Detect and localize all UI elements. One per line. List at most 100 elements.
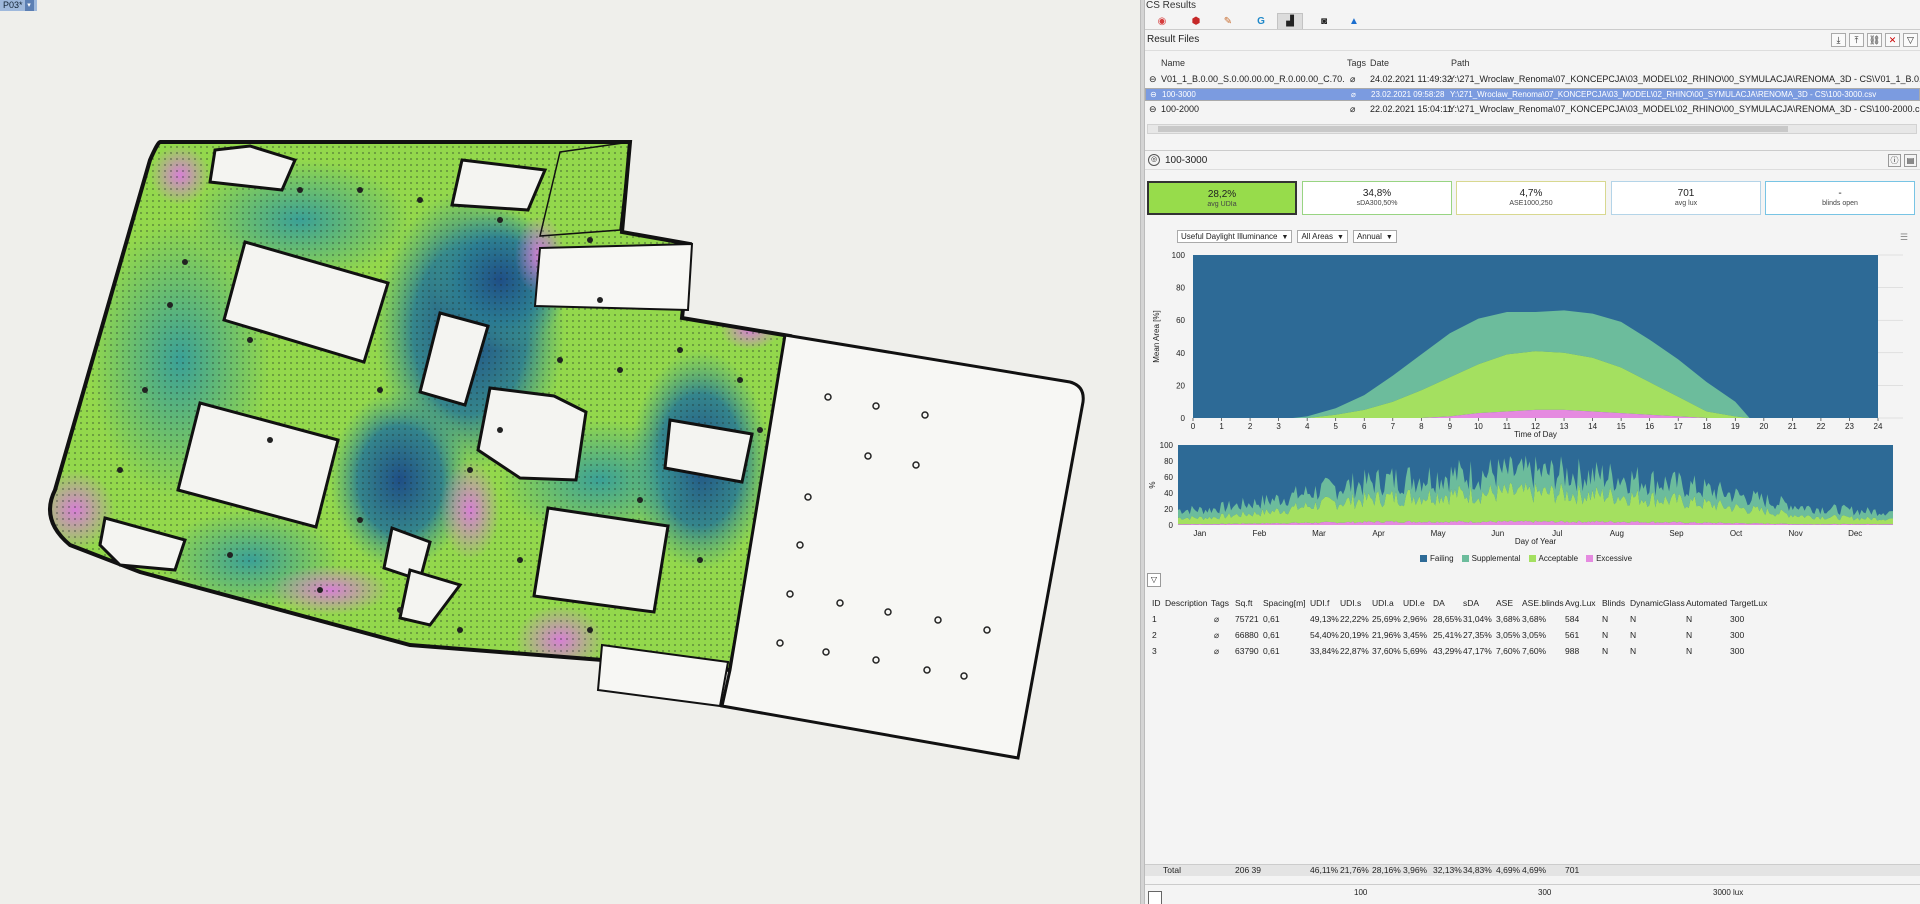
- table-cell: 0,61: [1263, 630, 1280, 640]
- table-cell: 300: [1730, 646, 1745, 656]
- udi-charts-svg: 1008060402000 1 2 3 4 5 6 7 8 9 10 11 12 13 14 15 16 17 18…: [1148, 251, 1903, 546]
- month-label: Nov: [1789, 529, 1803, 538]
- col-header-udi-e[interactable]: UDI.e: [1403, 598, 1425, 608]
- tag-icon[interactable]: ⌀: [1214, 646, 1219, 657]
- table-cell: N: [1630, 630, 1637, 640]
- col-header-da[interactable]: DA: [1433, 598, 1445, 608]
- table-cell: 66880: [1235, 630, 1259, 640]
- table-cell: 584: [1565, 614, 1580, 624]
- x-tick-label: 13: [1560, 422, 1569, 431]
- month-label: Jun: [1491, 529, 1504, 538]
- x-tick-label: 21: [1788, 422, 1797, 431]
- table-row[interactable]: 1 ⌀ 75721 0,61 49,13% 22,22% 25,69% 2,96% 28,65%…: [1145, 614, 1920, 628]
- table-cell: 3: [1152, 646, 1157, 656]
- table-cell: 5,69%: [1403, 646, 1428, 656]
- col-header-ase-blinds[interactable]: ASE.blinds: [1522, 598, 1564, 608]
- col-header-ase[interactable]: ASE: [1496, 598, 1513, 608]
- table-cell: 3,68%: [1496, 614, 1521, 624]
- month-label: Jan: [1193, 529, 1206, 538]
- total-cell: 34,83%: [1463, 865, 1492, 875]
- table-cell: 3,45%: [1403, 630, 1428, 640]
- table-row[interactable]: 2 ⌀ 66880 0,61 54,40% 20,19% 21,96% 3,45% 25,41%…: [1145, 630, 1920, 644]
- x2-axis-label: Day of Year: [1515, 537, 1557, 546]
- total-cell: 4,69%: [1522, 865, 1547, 875]
- col-header-udi-s[interactable]: UDI.s: [1340, 598, 1361, 608]
- lux-scale: 100 300 3000 lux: [1145, 884, 1920, 904]
- total-cell: 28,16%: [1372, 865, 1401, 875]
- scale-label-100: 100: [1354, 888, 1368, 897]
- y2-tick-label: 80: [1164, 457, 1173, 466]
- col-header-description[interactable]: Description: [1165, 598, 1208, 608]
- chart-legend: Failing Supplemental Acceptable Excessiv…: [1420, 554, 1632, 563]
- month-label: Sep: [1669, 529, 1684, 538]
- x-tick-label: 20: [1759, 422, 1768, 431]
- total-row: Total 206 39 46,11% 21,76% 28,16% 3,96% 32,13%…: [1145, 864, 1920, 876]
- x-tick-label: 14: [1588, 422, 1597, 431]
- col-header-tags[interactable]: Tags: [1211, 598, 1229, 608]
- x-tick-label: 23: [1845, 422, 1854, 431]
- col-header-targetlux[interactable]: TargetLux: [1730, 598, 1767, 608]
- cs-results-panel: CS Results ◉ ⬢ ✎ G ▟ ◙ ▲ Result Files ⤓ …: [1145, 0, 1920, 904]
- table-filter-icon[interactable]: ▽: [1147, 573, 1161, 587]
- x-tick-label: 16: [1645, 422, 1654, 431]
- y2-tick-label: 40: [1164, 489, 1173, 498]
- legend-supplemental[interactable]: Supplemental: [1461, 554, 1521, 563]
- y-tick-label: 40: [1176, 349, 1185, 358]
- table-cell: 3,05%: [1522, 630, 1547, 640]
- x-tick-label: 8: [1419, 422, 1424, 431]
- table-cell: 28,65%: [1433, 614, 1462, 624]
- total-cell: 46,11%: [1310, 865, 1339, 875]
- tag-icon[interactable]: ⌀: [1214, 630, 1219, 641]
- month-label: Oct: [1730, 529, 1743, 538]
- col-header-sq-ft[interactable]: Sq.ft: [1235, 598, 1252, 608]
- table-cell: 7,60%: [1522, 646, 1547, 656]
- y-tick-label: 80: [1176, 284, 1185, 293]
- x-tick-label: 3: [1276, 422, 1281, 431]
- month-label: Apr: [1372, 529, 1385, 538]
- col-header-id[interactable]: ID: [1152, 598, 1161, 608]
- x-tick-label: 5: [1333, 422, 1338, 431]
- app-root: P03* ▾ CS Results ◉ ⬢ ✎ G ▟ ◙ ▲ Result F…: [0, 0, 1920, 904]
- x-tick-label: 17: [1674, 422, 1683, 431]
- month-label: Mar: [1312, 529, 1326, 538]
- col-header-sda[interactable]: sDA: [1463, 598, 1479, 608]
- table-cell: 0,61: [1263, 646, 1280, 656]
- col-header-udi-a[interactable]: UDI.a: [1372, 598, 1394, 608]
- rhino-viewport[interactable]: P03* ▾: [0, 0, 1140, 904]
- legend-acceptable[interactable]: Acceptable: [1528, 554, 1578, 563]
- col-header-dynamicglass[interactable]: DynamicGlass: [1630, 598, 1685, 608]
- x-tick-label: 9: [1448, 422, 1453, 431]
- scale-checkbox[interactable]: [1148, 891, 1162, 904]
- col-header-automated[interactable]: Automated: [1686, 598, 1727, 608]
- x-tick-label: 22: [1816, 422, 1825, 431]
- table-cell: 3,05%: [1496, 630, 1521, 640]
- table-cell: 49,13%: [1310, 614, 1339, 624]
- total-cell: 206 39: [1235, 865, 1261, 875]
- col-header-avg-lux[interactable]: Avg.Lux: [1565, 598, 1596, 608]
- x-axis-label: Time of Day: [1514, 430, 1557, 439]
- table-cell: 988: [1565, 646, 1580, 656]
- legend-failing[interactable]: Failing: [1420, 554, 1454, 563]
- floor-plan-heatmap[interactable]: [0, 0, 1140, 904]
- col-header-spacing-m-[interactable]: Spacing[m]: [1263, 598, 1306, 608]
- col-header-blinds[interactable]: Blinds: [1602, 598, 1625, 608]
- table-row[interactable]: 3 ⌀ 63790 0,61 33,84% 22,87% 37,60% 5,69% 43,29%…: [1145, 646, 1920, 660]
- tag-icon[interactable]: ⌀: [1214, 614, 1219, 625]
- table-cell: N: [1602, 646, 1609, 656]
- annex-outline: [720, 333, 1085, 760]
- x-tick-label: 4: [1305, 422, 1310, 431]
- x-tick-label: 24: [1874, 422, 1883, 431]
- table-cell: 300: [1730, 614, 1745, 624]
- col-header-udi-f[interactable]: UDI.f: [1310, 598, 1329, 608]
- total-cell: 21,76%: [1340, 865, 1369, 875]
- x-tick-label: 11: [1503, 422, 1512, 431]
- table-cell: 1: [1152, 614, 1157, 624]
- table-cell: 27,35%: [1463, 630, 1492, 640]
- table-cell: 561: [1565, 630, 1580, 640]
- scale-label-3000: 3000 lux: [1713, 888, 1744, 897]
- table-cell: N: [1602, 630, 1609, 640]
- x-tick-label: 15: [1617, 422, 1626, 431]
- legend-excessive[interactable]: Excessive: [1586, 554, 1632, 563]
- x-tick-label: 18: [1702, 422, 1711, 431]
- table-cell: 43,29%: [1433, 646, 1462, 656]
